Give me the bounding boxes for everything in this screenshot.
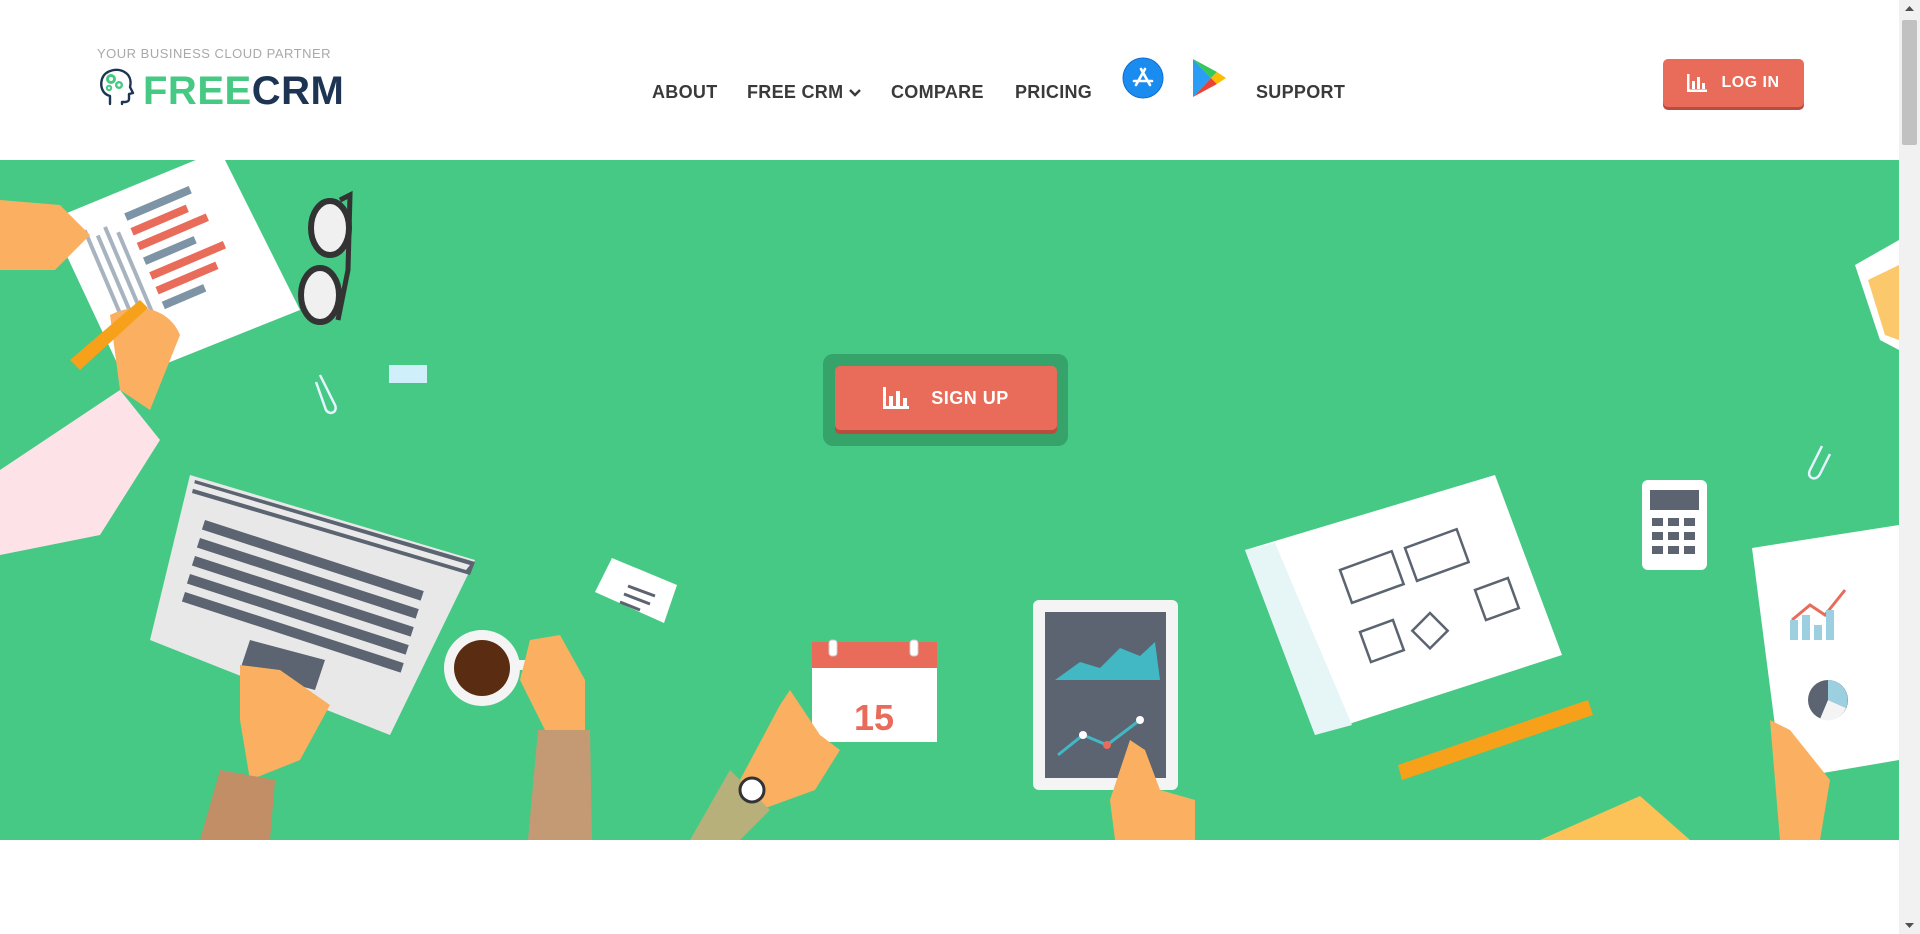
bar-chart-icon <box>1687 74 1708 92</box>
eraser-illustration <box>389 365 427 383</box>
hero-banner: 15 SIGN UP <box>0 160 1899 840</box>
brand-name: FREECRM <box>143 68 344 114</box>
glasses-illustration <box>298 190 353 325</box>
ruler-illustration <box>1398 700 1593 780</box>
bar-chart-icon <box>883 387 910 409</box>
nav-pricing[interactable]: PRICING <box>1015 82 1092 103</box>
brand[interactable]: FREECRM <box>96 62 356 114</box>
signup-wrapper: SIGN UP <box>823 354 1068 446</box>
nav-free-crm-label: FREE CRM <box>747 82 844 102</box>
login-button[interactable]: LOG IN <box>1663 59 1804 107</box>
nav-compare[interactable]: COMPARE <box>891 82 984 103</box>
nav-support[interactable]: SUPPORT <box>1256 82 1345 103</box>
google-play-icon[interactable] <box>1190 57 1228 99</box>
tagline: YOUR BUSINESS CLOUD PARTNER <box>97 46 332 61</box>
head-gears-icon <box>100 68 135 106</box>
signup-button[interactable]: SIGN UP <box>835 366 1057 430</box>
scrollbar[interactable] <box>1899 0 1920 934</box>
nav-about[interactable]: ABOUT <box>652 82 718 103</box>
envelope-illustration <box>1540 796 1690 840</box>
scroll-up-arrow-icon[interactable] <box>1899 0 1920 17</box>
scrollbar-thumb[interactable] <box>1902 20 1917 145</box>
chevron-down-icon <box>849 89 862 97</box>
calendar-day: 15 <box>854 697 894 738</box>
calculator-illustration <box>1642 480 1707 570</box>
brand-free: FREE <box>143 69 252 113</box>
calendar-illustration: 15 <box>812 639 937 742</box>
hero-illustration: 15 <box>0 160 1899 840</box>
nav-free-crm[interactable]: FREE CRM <box>747 82 862 103</box>
app-store-icon[interactable] <box>1122 57 1164 99</box>
brand-crm: CRM <box>251 69 345 113</box>
login-label: LOG IN <box>1721 74 1780 91</box>
watch-illustration <box>738 776 766 804</box>
flowchart-illustration <box>1245 475 1562 735</box>
tablet-illustration <box>1033 600 1178 790</box>
coffee-cup-illustration <box>444 630 531 706</box>
paperclip-illustration <box>314 374 337 415</box>
site-header: YOUR BUSINESS CLOUD PARTNER FREECRM ABOU… <box>0 0 1899 160</box>
signup-label: SIGN UP <box>931 387 1009 408</box>
scroll-down-arrow-icon[interactable] <box>1899 917 1920 934</box>
paperclip-illustration-2 <box>1807 445 1832 480</box>
